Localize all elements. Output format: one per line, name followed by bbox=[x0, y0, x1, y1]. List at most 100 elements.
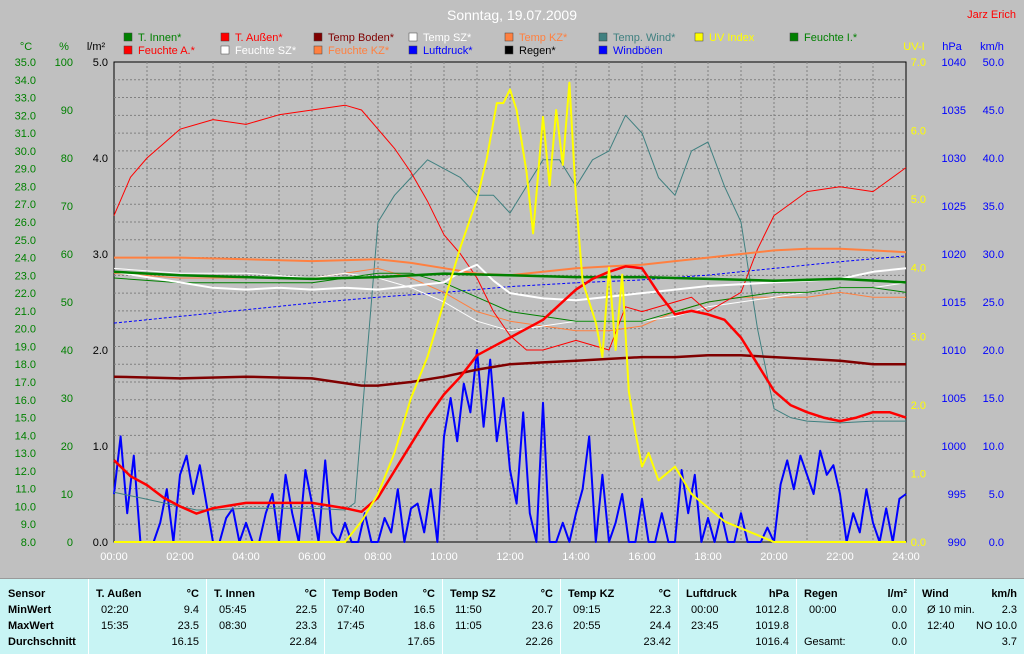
wind-tick-label: 10.0 bbox=[983, 441, 1004, 453]
temp-tick-label: 17.0 bbox=[15, 377, 36, 389]
chart-title: Sonntag, 19.07.2009 bbox=[447, 7, 577, 23]
stats-max-value: 23.6 bbox=[531, 620, 553, 632]
stats-min-time: 07:40 bbox=[337, 604, 365, 616]
stats-avg-value: 23.42 bbox=[643, 636, 671, 648]
pressure-tick-label: 995 bbox=[948, 489, 966, 501]
humidity-tick-label: 30 bbox=[61, 393, 73, 405]
stats-min-value: 22.3 bbox=[649, 604, 671, 616]
stats-column-header-row: Wind km/h bbox=[915, 588, 1024, 604]
temp-tick-label: 26.0 bbox=[15, 217, 36, 229]
legend-swatch bbox=[313, 45, 323, 55]
stats-column-name: Regen bbox=[804, 588, 838, 600]
pressure-tick-label: 1015 bbox=[942, 297, 966, 309]
uv-tick-label: 4.0 bbox=[911, 263, 926, 275]
legend-label: Temp SZ* bbox=[423, 32, 472, 44]
stats-sensor-column: Sensor MinWert MaxWert Durchschnitt bbox=[0, 579, 88, 654]
stats-column-name: Luftdruck bbox=[686, 588, 737, 600]
stats-row-label: MaxWert bbox=[8, 620, 54, 632]
temp-tick-label: 30.0 bbox=[15, 146, 36, 158]
stats-column-name: Temp Boden bbox=[332, 588, 398, 600]
weather-chart: Sonntag, 19.07.2009 Jarz Erich T. Innen*… bbox=[15, 7, 1016, 563]
stats-avg-row: Gesamt: 0.0 bbox=[797, 636, 915, 652]
stats-column-header-row: T. Innen °C bbox=[207, 588, 325, 604]
stats-max-row: 0.0 bbox=[797, 620, 915, 636]
stats-avg-row: 3.7 bbox=[915, 636, 1024, 652]
x-tick-label: 14:00 bbox=[562, 551, 590, 563]
stats-column-name: Wind bbox=[922, 588, 949, 600]
stats-column-name: Temp KZ bbox=[568, 588, 615, 600]
stats-avg-row: 17.65 bbox=[325, 636, 443, 652]
pressure-tick-label: 1040 bbox=[942, 57, 966, 69]
pressure-tick-label: 1030 bbox=[942, 153, 966, 165]
temp-tick-label: 19.0 bbox=[15, 341, 36, 353]
temp-tick-label: 33.0 bbox=[15, 93, 36, 105]
humidity-tick-label: 20 bbox=[61, 441, 73, 453]
stats-table: Sensor MinWert MaxWert Durchschnitt T. Außen… bbox=[0, 578, 1024, 654]
legend-swatch bbox=[789, 32, 799, 42]
wind-tick-label: 20.0 bbox=[983, 345, 1004, 357]
stats-min-value: 1012.8 bbox=[755, 604, 789, 616]
stats-row-label-row: Durchschnitt bbox=[0, 636, 88, 652]
x-tick-label: 20:00 bbox=[760, 551, 788, 563]
stats-avg-label: Gesamt: bbox=[804, 636, 846, 648]
rain-tick-label: 5.0 bbox=[93, 57, 108, 69]
stats-column-unit: l/m² bbox=[887, 588, 907, 600]
stats-column: Regen l/m² 00:00 0.0 0.0 Gesamt: 0.0 bbox=[796, 579, 915, 654]
rain-tick-label: 4.0 bbox=[93, 153, 108, 165]
stats-max-row: 23:45 1019.8 bbox=[679, 620, 797, 636]
wind-tick-label: 40.0 bbox=[983, 153, 1004, 165]
stats-column-header-row: Luftdruck hPa bbox=[679, 588, 797, 604]
uv-tick-label: 2.0 bbox=[911, 400, 926, 412]
legend-swatch bbox=[408, 45, 418, 55]
stats-min-value: 16.5 bbox=[413, 604, 435, 616]
legend-swatch bbox=[123, 45, 133, 55]
pressure-tick-label: 990 bbox=[948, 537, 966, 549]
stats-column-header-row: T. Außen °C bbox=[89, 588, 207, 604]
legend-label: Temp Boden* bbox=[328, 32, 395, 44]
stats-column-unit: °C bbox=[422, 588, 435, 600]
stats-avg-row: 23.42 bbox=[561, 636, 679, 652]
temp-tick-label: 9.0 bbox=[21, 519, 36, 531]
stats-column-unit: °C bbox=[186, 588, 199, 600]
stats-max-value: 23.3 bbox=[295, 620, 317, 632]
legend-swatch bbox=[123, 32, 133, 42]
stats-min-value: 9.4 bbox=[183, 604, 199, 616]
x-tick-label: 04:00 bbox=[232, 551, 260, 563]
uv-tick-label: 1.0 bbox=[911, 468, 926, 480]
stats-max-row: 12:40 NO 10.0 bbox=[915, 620, 1024, 636]
humidity-tick-label: 0 bbox=[67, 537, 73, 549]
pressure-tick-label: 1035 bbox=[942, 105, 966, 117]
stats-min-time: 00:00 bbox=[809, 604, 837, 616]
legend-label: Feuchte A.* bbox=[138, 45, 196, 57]
pressure-axis-unit: hPa bbox=[942, 41, 962, 53]
stats-min-value: 20.7 bbox=[531, 604, 553, 616]
legend-label: Regen* bbox=[519, 45, 556, 57]
stats-column-unit: °C bbox=[304, 588, 317, 600]
temp-tick-label: 15.0 bbox=[15, 413, 36, 425]
stats-max-row: 20:55 24.4 bbox=[561, 620, 679, 636]
stats-column-unit: hPa bbox=[768, 588, 789, 600]
stats-avg-value: 22.84 bbox=[289, 636, 317, 648]
stats-avg-row: 16.15 bbox=[89, 636, 207, 652]
stats-sensor-header: Sensor bbox=[8, 588, 46, 600]
stats-max-time: 23:45 bbox=[691, 620, 719, 632]
pressure-tick-label: 1025 bbox=[942, 201, 966, 213]
legend-label: Feuchte KZ* bbox=[328, 45, 390, 57]
stats-column: Wind km/h Ø 10 min. 2.3 12:40 NO 10.0 3.7 bbox=[914, 579, 1024, 654]
temp-tick-label: 31.0 bbox=[15, 128, 36, 140]
x-tick-label: 10:00 bbox=[430, 551, 458, 563]
stats-max-row: 11:05 23.6 bbox=[443, 620, 561, 636]
author-label: Jarz Erich bbox=[967, 9, 1016, 21]
stats-avg-value: 17.65 bbox=[407, 636, 435, 648]
stats-min-time: Ø 10 min. bbox=[927, 604, 975, 616]
stats-column-name: Temp SZ bbox=[450, 588, 496, 600]
x-tick-label: 02:00 bbox=[166, 551, 194, 563]
temp-tick-label: 35.0 bbox=[15, 57, 36, 69]
stats-max-row: 15:35 23.5 bbox=[89, 620, 207, 636]
humidity-tick-label: 90 bbox=[61, 105, 73, 117]
temp-tick-label: 11.0 bbox=[15, 484, 36, 496]
stats-min-time: 05:45 bbox=[219, 604, 247, 616]
stats-column-name: T. Innen bbox=[214, 588, 255, 600]
stats-max-value: 18.6 bbox=[413, 620, 435, 632]
stats-column: Temp Boden °C 07:40 16.5 17:45 18.6 17.65 bbox=[324, 579, 443, 654]
